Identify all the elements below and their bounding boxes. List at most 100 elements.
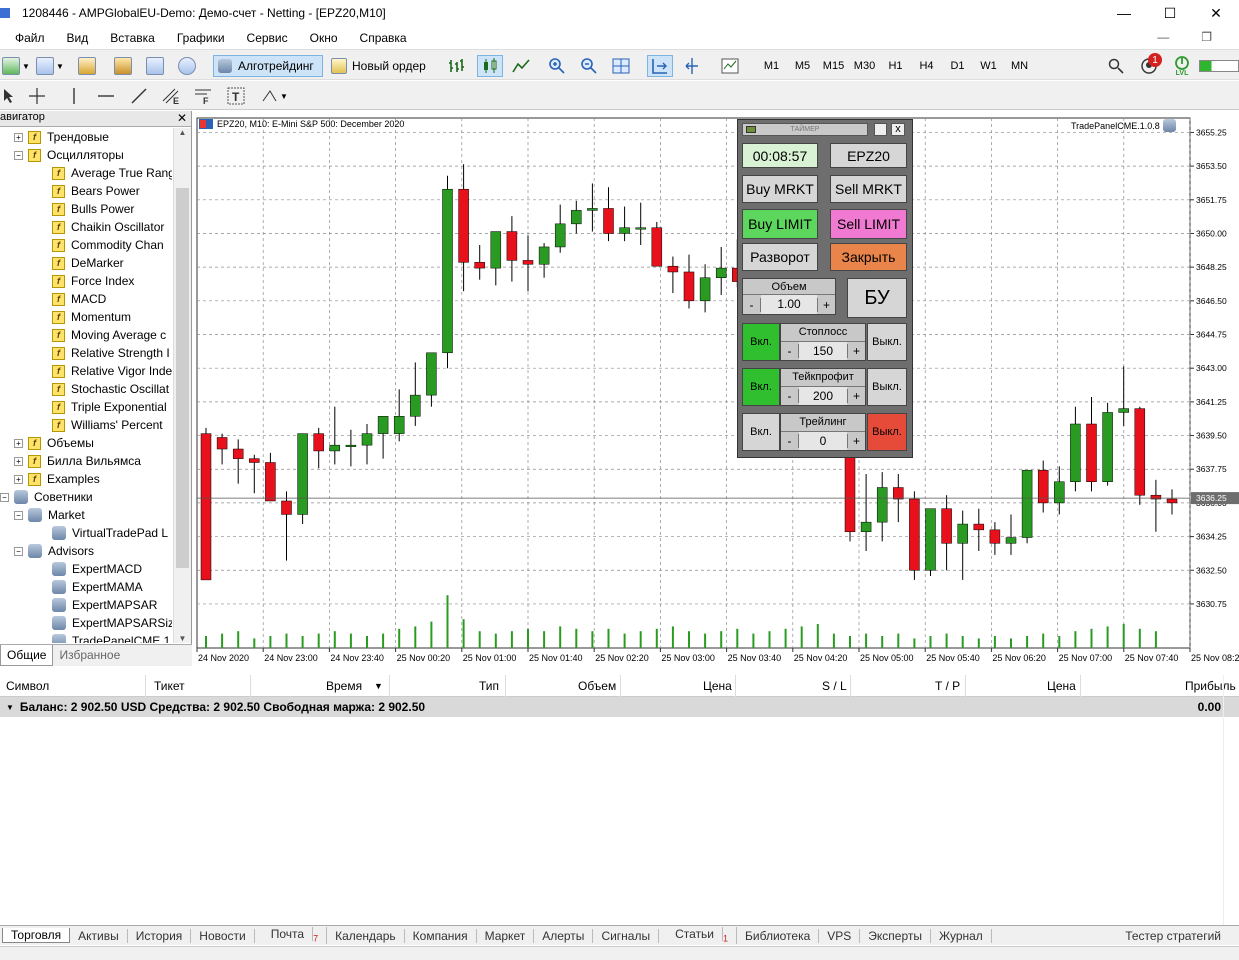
trailing-on-button[interactable]: Вкл. xyxy=(742,413,780,451)
tab-favorites[interactable]: Избранное xyxy=(53,645,126,666)
restore-child-icon-2[interactable]: ❐ xyxy=(1201,30,1212,44)
navigator-item[interactable]: f Average True Rang xyxy=(0,164,172,182)
collapse-icon[interactable]: − xyxy=(14,150,23,160)
menu-view[interactable]: Вид xyxy=(67,31,89,45)
navigator-item[interactable]: f Moving Average c xyxy=(0,326,172,344)
menu-file[interactable]: Файл xyxy=(15,31,45,45)
trailing-input[interactable]: 0 xyxy=(799,432,847,450)
scroll-up-icon[interactable]: ▲ xyxy=(174,128,191,137)
fibonacci-icon[interactable]: F xyxy=(193,85,215,107)
fibonacci-channel-icon[interactable]: E xyxy=(160,85,182,107)
zoom-in-icon[interactable] xyxy=(546,55,568,77)
navigator-item[interactable]: f Momentum xyxy=(0,308,172,326)
ea-robot-icon[interactable] xyxy=(1162,119,1176,132)
col-current-price[interactable]: Цена xyxy=(1047,679,1076,693)
expand-icon[interactable]: + xyxy=(14,474,23,484)
profiles-icon[interactable]: ▼ xyxy=(36,55,64,77)
tab-company[interactable]: Компания xyxy=(405,928,477,943)
sort-desc-icon[interactable]: ▼ xyxy=(374,681,383,691)
buy-market-button[interactable]: Buy MRKT xyxy=(742,175,818,203)
trendline-icon[interactable] xyxy=(129,85,149,107)
balance-expand-icon[interactable]: ▼ xyxy=(6,703,14,712)
line-chart-icon[interactable] xyxy=(510,55,532,77)
new-order-button[interactable]: Новый ордер xyxy=(329,55,431,77)
auto-scroll-icon[interactable] xyxy=(647,55,673,77)
templates-icon[interactable] xyxy=(719,55,741,77)
maximize-icon[interactable]: ☐ xyxy=(1147,0,1193,26)
navigator-item[interactable]: + f Билла Вильямса xyxy=(0,452,172,470)
trailing-off-button[interactable]: Выкл. xyxy=(867,413,907,451)
menu-help[interactable]: Справка xyxy=(360,31,407,45)
tab-signals[interactable]: Сигналы xyxy=(593,928,660,943)
col-tp[interactable]: T / P xyxy=(935,679,960,693)
navigator-item[interactable]: f Triple Exponential xyxy=(0,398,172,416)
stoploss-plus-button[interactable]: + xyxy=(847,344,865,358)
menu-window[interactable]: Окно xyxy=(310,31,338,45)
takeprofit-input[interactable]: 200 xyxy=(799,387,847,405)
tf-m30[interactable]: M30 xyxy=(849,60,880,72)
expand-icon[interactable]: + xyxy=(14,132,23,142)
tab-articles[interactable]: Статьи 1 xyxy=(659,927,738,944)
search-icon[interactable] xyxy=(1106,55,1126,77)
volume-plus-button[interactable]: + xyxy=(817,297,835,312)
navigator-item[interactable]: − Advisors xyxy=(0,542,172,560)
navigator-item[interactable]: f Bears Power xyxy=(0,182,172,200)
collapse-icon[interactable]: − xyxy=(14,546,23,556)
tab-market[interactable]: Маркет xyxy=(477,928,535,943)
reverse-button[interactable]: Разворот xyxy=(742,243,818,271)
sell-limit-button[interactable]: Sell LIMIT xyxy=(830,209,907,239)
navigator-scrollbar[interactable]: ▲ ▼ xyxy=(173,128,191,643)
navigator-item[interactable]: f Bulls Power xyxy=(0,200,172,218)
navigator-close-icon[interactable]: ✕ xyxy=(177,111,187,125)
navigator-item[interactable]: f DeMarker xyxy=(0,254,172,272)
navigator-item[interactable]: TradePanelCME.1 xyxy=(0,632,172,643)
tab-news[interactable]: Новости xyxy=(191,928,255,943)
tf-h4[interactable]: H4 xyxy=(911,60,942,72)
new-chart-icon[interactable]: ▼ xyxy=(2,55,30,77)
breakeven-button[interactable]: БУ xyxy=(847,278,907,318)
navigator-item[interactable]: f Chaikin Oscillator xyxy=(0,218,172,236)
navigator-item[interactable]: f Relative Strength I xyxy=(0,344,172,362)
buy-limit-button[interactable]: Buy LIMIT xyxy=(742,209,818,239)
col-price[interactable]: Цена xyxy=(703,679,732,693)
navigator-item[interactable]: VirtualTradePad L xyxy=(0,524,172,542)
text-icon[interactable]: T xyxy=(226,85,246,107)
navigator-item[interactable]: + f Examples xyxy=(0,470,172,488)
data-window-icon[interactable] xyxy=(114,55,132,77)
tf-h1[interactable]: H1 xyxy=(880,60,911,72)
navigator-item[interactable]: − f Осцилляторы xyxy=(0,146,172,164)
navigator-item[interactable]: + f Объемы xyxy=(0,434,172,452)
chart-shift-icon[interactable] xyxy=(681,55,703,77)
trailing-minus-button[interactable]: - xyxy=(781,434,799,448)
trailing-plus-button[interactable]: + xyxy=(847,434,865,448)
navigator-item[interactable]: f Force Index xyxy=(0,272,172,290)
panel-minimize-button[interactable] xyxy=(874,123,887,136)
stoploss-minus-button[interactable]: - xyxy=(781,344,799,358)
tab-journal[interactable]: Журнал xyxy=(931,928,992,943)
candlestick-icon[interactable] xyxy=(477,55,503,77)
tf-mn[interactable]: MN xyxy=(1004,60,1035,72)
col-symbol[interactable]: Символ xyxy=(6,679,49,693)
col-ticket[interactable]: Тикет xyxy=(154,679,185,693)
takeprofit-minus-button[interactable]: - xyxy=(781,389,799,403)
zoom-out-icon[interactable] xyxy=(578,55,600,77)
panel-title-bar[interactable]: ТАЙМЕР xyxy=(742,123,868,136)
navigator-item[interactable]: f MACD xyxy=(0,290,172,308)
collapse-icon[interactable]: − xyxy=(14,510,23,520)
expand-icon[interactable]: + xyxy=(14,438,23,448)
horizontal-line-icon[interactable] xyxy=(96,85,116,107)
navigator-item[interactable]: ExpertMAPSAR xyxy=(0,596,172,614)
tile-windows-icon[interactable] xyxy=(610,55,632,77)
tf-m1[interactable]: M1 xyxy=(756,60,787,72)
market-watch-icon[interactable] xyxy=(78,55,96,77)
collapse-icon[interactable]: − xyxy=(0,492,9,502)
volume-input[interactable]: 1.00 xyxy=(761,295,817,314)
expand-icon[interactable]: + xyxy=(14,456,23,466)
navigator-item[interactable]: − Market xyxy=(0,506,172,524)
restore-child-icon[interactable]: — xyxy=(1157,30,1169,44)
tf-m15[interactable]: M15 xyxy=(818,60,849,72)
vertical-line-icon[interactable] xyxy=(65,85,83,107)
navigator-item[interactable]: + f Трендовые xyxy=(0,128,172,146)
navigator-item[interactable]: ExpertMACD xyxy=(0,560,172,578)
close-icon[interactable]: ✕ xyxy=(1193,0,1239,26)
